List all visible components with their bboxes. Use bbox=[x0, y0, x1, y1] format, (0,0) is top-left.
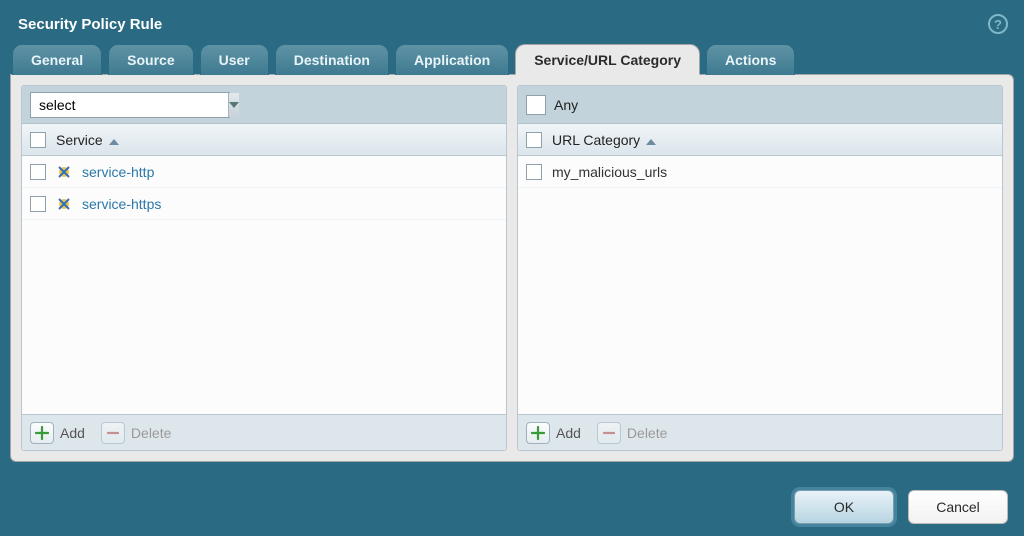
any-label: Any bbox=[554, 97, 578, 113]
dialog-title: Security Policy Rule bbox=[18, 16, 162, 33]
delete-button[interactable] bbox=[597, 422, 621, 444]
tab-source[interactable]: Source bbox=[108, 44, 193, 75]
header-text: Service bbox=[56, 132, 103, 148]
service-row[interactable]: service-http bbox=[22, 156, 506, 188]
service-panel-top bbox=[22, 86, 506, 124]
sort-asc-icon bbox=[109, 132, 119, 148]
security-policy-rule-dialog: Security Policy Rule ? General Source Us… bbox=[0, 0, 1024, 536]
any-checkbox[interactable] bbox=[526, 95, 546, 115]
service-select[interactable] bbox=[30, 92, 230, 118]
tab-label: User bbox=[219, 52, 250, 68]
service-header-label: Service bbox=[56, 132, 119, 148]
add-label: Add bbox=[556, 425, 581, 441]
tabs: General Source User Destination Applicat… bbox=[0, 44, 1024, 75]
add-label: Add bbox=[60, 425, 85, 441]
add-button[interactable] bbox=[526, 422, 550, 444]
url-category-panel: Any URL Category my_malicious_urls bbox=[517, 85, 1003, 451]
service-name[interactable]: service-https bbox=[82, 196, 161, 212]
row-checkbox[interactable] bbox=[526, 164, 542, 180]
service-icon bbox=[56, 164, 72, 180]
dialog-footer: OK Cancel bbox=[794, 490, 1008, 524]
tab-service-url-category[interactable]: Service/URL Category bbox=[515, 44, 700, 75]
tab-user[interactable]: User bbox=[200, 44, 269, 75]
service-row[interactable]: service-https bbox=[22, 188, 506, 220]
url-category-name: my_malicious_urls bbox=[552, 164, 667, 180]
service-name[interactable]: service-http bbox=[82, 164, 154, 180]
tab-label: Actions bbox=[725, 52, 776, 68]
row-checkbox[interactable] bbox=[30, 164, 46, 180]
panel-container: Service service-http servic bbox=[10, 74, 1014, 462]
url-rows: my_malicious_urls bbox=[518, 156, 1002, 414]
service-icon bbox=[56, 196, 72, 212]
titlebar: Security Policy Rule ? bbox=[0, 0, 1024, 44]
cancel-label: Cancel bbox=[936, 499, 980, 515]
service-panel-footer: Add Delete bbox=[22, 414, 506, 450]
help-icon[interactable]: ? bbox=[988, 14, 1008, 34]
tab-general[interactable]: General bbox=[12, 44, 102, 75]
delete-label: Delete bbox=[627, 425, 667, 441]
service-select-input[interactable] bbox=[31, 93, 228, 117]
service-select-all-checkbox[interactable] bbox=[30, 132, 46, 148]
tab-label: Destination bbox=[294, 52, 370, 68]
sort-asc-icon bbox=[646, 132, 656, 148]
tab-label: Source bbox=[127, 52, 174, 68]
row-checkbox[interactable] bbox=[30, 196, 46, 212]
url-panel-top: Any bbox=[518, 86, 1002, 124]
tab-label: General bbox=[31, 52, 83, 68]
tab-application[interactable]: Application bbox=[395, 44, 509, 75]
service-rows: service-http service-https bbox=[22, 156, 506, 414]
tab-label: Service/URL Category bbox=[534, 52, 681, 68]
tab-label: Application bbox=[414, 52, 490, 68]
url-column-header[interactable]: URL Category bbox=[518, 124, 1002, 156]
delete-label: Delete bbox=[131, 425, 171, 441]
add-button[interactable] bbox=[30, 422, 54, 444]
url-select-all-checkbox[interactable] bbox=[526, 132, 542, 148]
cancel-button[interactable]: Cancel bbox=[908, 490, 1008, 524]
tab-actions[interactable]: Actions bbox=[706, 44, 795, 75]
service-column-header[interactable]: Service bbox=[22, 124, 506, 156]
ok-button[interactable]: OK bbox=[794, 490, 894, 524]
chevron-down-icon[interactable] bbox=[228, 93, 239, 117]
url-panel-footer: Add Delete bbox=[518, 414, 1002, 450]
service-panel: Service service-http servic bbox=[21, 85, 507, 451]
url-header-label: URL Category bbox=[552, 132, 656, 148]
tab-destination[interactable]: Destination bbox=[275, 44, 389, 75]
ok-label: OK bbox=[834, 499, 854, 515]
url-row[interactable]: my_malicious_urls bbox=[518, 156, 1002, 188]
header-text: URL Category bbox=[552, 132, 640, 148]
delete-button[interactable] bbox=[101, 422, 125, 444]
